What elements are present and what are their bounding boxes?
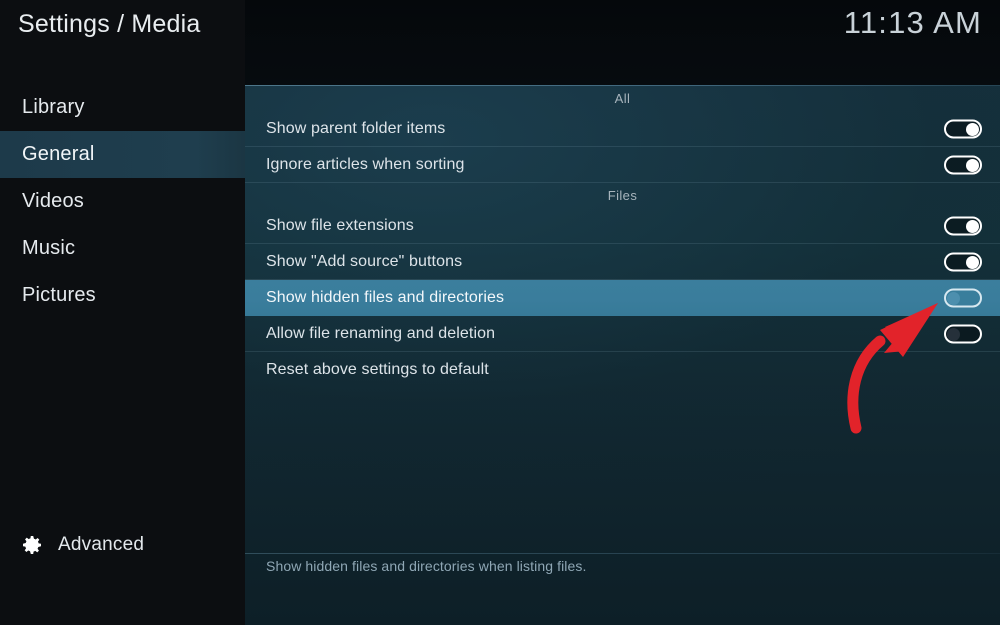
sidebar-nav: Library General Videos Music Pictures <box>0 84 245 319</box>
show-parent-folder-items-toggle[interactable] <box>944 119 982 139</box>
toggle-knob <box>966 219 979 233</box>
sidebar-item-pictures[interactable]: Pictures <box>0 272 245 319</box>
toggle-knob <box>947 327 960 341</box>
show-add-source-buttons-toggle[interactable] <box>944 252 982 272</box>
toggle-knob <box>966 158 979 172</box>
row-divider <box>245 182 1000 183</box>
sidebar-item-advanced[interactable]: Advanced <box>0 524 245 566</box>
sidebar-item-label: Music <box>22 237 76 259</box>
sidebar-item-label: Advanced <box>58 534 145 555</box>
sidebar-item-label: Pictures <box>22 284 96 306</box>
sidebar-item-videos[interactable]: Videos <box>0 178 245 225</box>
section-header-all: All <box>614 91 631 106</box>
sidebar-item-label: General <box>22 143 95 165</box>
setting-label: Show parent folder items <box>266 120 446 137</box>
setting-row-reset-above-settings-to-default[interactable]: Reset above settings to default <box>245 352 1000 388</box>
help-text: Show hidden files and directories when l… <box>266 558 587 574</box>
show-file-extensions-toggle[interactable] <box>944 216 982 236</box>
ignore-articles-when-sorting-toggle[interactable] <box>944 155 982 175</box>
setting-label: Ignore articles when sorting <box>266 156 465 173</box>
sidebar: Settings / Media Library General Videos … <box>0 0 245 625</box>
toggle-knob <box>966 255 979 269</box>
sidebar-item-general[interactable]: General <box>0 131 245 178</box>
footer-separator <box>245 553 1000 554</box>
kodi-settings-window: All Show parent folder items Ignore arti… <box>0 0 1000 625</box>
show-hidden-files-toggle[interactable] <box>944 288 982 308</box>
section-header-files: Files <box>607 188 638 203</box>
toggle-knob <box>966 122 979 136</box>
setting-row-allow-file-renaming-and-deletion[interactable]: Allow file renaming and deletion <box>245 316 1000 352</box>
clock: 11:13 AM <box>843 5 982 40</box>
gear-icon <box>20 533 44 557</box>
setting-label: Show "Add source" buttons <box>266 253 463 270</box>
setting-label: Reset above settings to default <box>266 361 489 378</box>
toggle-knob <box>947 291 960 305</box>
setting-row-show-add-source-buttons[interactable]: Show "Add source" buttons <box>245 244 1000 280</box>
allow-file-renaming-and-deletion-toggle[interactable] <box>944 324 982 344</box>
sidebar-item-music[interactable]: Music <box>0 225 245 272</box>
sidebar-item-library[interactable]: Library <box>0 84 245 131</box>
setting-row-ignore-articles-when-sorting[interactable]: Ignore articles when sorting <box>245 147 1000 183</box>
content-panel: All Show parent folder items Ignore arti… <box>245 0 1000 625</box>
setting-row-show-parent-folder-items[interactable]: Show parent folder items <box>245 111 1000 147</box>
sidebar-item-label: Videos <box>22 190 84 212</box>
setting-label: Show file extensions <box>266 217 414 234</box>
setting-row-show-file-extensions[interactable]: Show file extensions <box>245 208 1000 244</box>
sidebar-item-label: Library <box>22 96 85 118</box>
setting-label: Allow file renaming and deletion <box>266 325 496 342</box>
setting-label: Show hidden files and directories <box>266 289 505 306</box>
setting-row-show-hidden-files-and-directories[interactable]: Show hidden files and directories <box>245 280 1000 316</box>
page-title: Settings / Media <box>18 10 201 38</box>
settings-list: All Show parent folder items Ignore arti… <box>245 86 1000 388</box>
